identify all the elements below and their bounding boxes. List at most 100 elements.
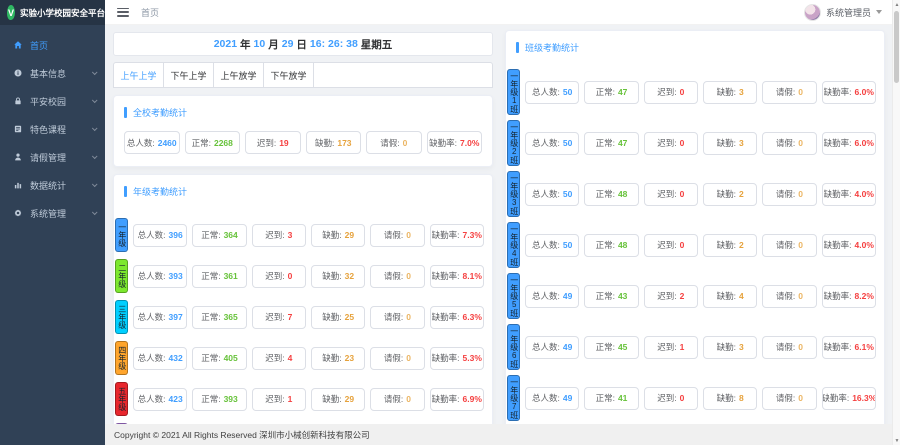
stat-value: 4.0% <box>855 240 874 250</box>
tab-morning-arrival[interactable]: 上午上学 <box>114 63 164 87</box>
stat-label: 正常: <box>201 270 220 282</box>
stat-label: 迟到: <box>657 137 676 149</box>
stat-label: 缺勤: <box>717 341 736 353</box>
stat-value: 6.0% <box>855 87 874 97</box>
grade-row-label: 一年级 <box>115 218 128 252</box>
scroll-up-icon[interactable]: ▲ <box>893 0 900 9</box>
date-year-unit: 年 <box>240 37 251 52</box>
stat-value: 50 <box>563 240 572 250</box>
stat-value: 361 <box>224 271 238 281</box>
stat-value: 0 <box>798 393 803 403</box>
stat-label: 请假: <box>776 188 795 200</box>
date-month: 10 <box>254 38 266 50</box>
tab-afternoon-arrival[interactable]: 下午上学 <box>164 63 214 87</box>
grade-row-label: 三年级 <box>115 300 128 334</box>
class-row-label: 一年级2班 <box>507 120 520 166</box>
stat-label: 请假: <box>776 392 795 404</box>
stat-late: 迟到:1 <box>252 388 306 411</box>
breadcrumb[interactable]: 首页 <box>141 6 159 19</box>
stat-label: 正常: <box>192 137 211 149</box>
stat-rate: 缺勤率:6.0% <box>822 132 876 155</box>
course-book-icon <box>13 124 24 135</box>
sidebar-item-featured-courses[interactable]: 特色课程 <box>0 115 105 143</box>
lock-icon <box>13 96 24 107</box>
grade-row: 二年级总人数:393正常:361迟到:0缺勤:32请假:0缺勤率:8.1% <box>115 259 484 293</box>
sidebar-item-safe-campus[interactable]: 平安校园 <box>0 87 105 115</box>
stat-value: 0 <box>406 312 411 322</box>
stat-value: 1 <box>680 342 685 352</box>
stat-leave: 请假:0 <box>762 234 816 257</box>
main-content: 2021 年 10 月 29 日 16: 26: 38 星期五 上午上学 下午上… <box>105 25 892 445</box>
sidebar-item-home[interactable]: 首页 <box>0 31 105 59</box>
tab-afternoon-dismissal[interactable]: 下午放学 <box>264 63 314 87</box>
stat-label: 请假: <box>384 270 403 282</box>
class-row-label: 一年级5班 <box>507 273 520 319</box>
stat-leave: 请假:0 <box>762 387 816 410</box>
stat-rate: 缺勤率:6.9% <box>430 388 484 411</box>
stat-label: 迟到: <box>265 229 284 241</box>
stat-label: 总人数: <box>138 270 166 282</box>
sidebar-item-label: 首页 <box>30 39 96 52</box>
class-row-label: 一年级7班 <box>507 375 520 421</box>
logo: V 实验小学校园安全平台 <box>0 0 105 25</box>
stat-value: 0 <box>680 393 685 403</box>
attendance-period-tabs: 上午上学 下午上学 上午放学 下午放学 <box>113 62 493 88</box>
stat-value: 0 <box>798 189 803 199</box>
stat-normal: 正常:365 <box>192 306 246 329</box>
stat-value: 6.0% <box>855 138 874 148</box>
stat-label: 缺勤: <box>717 290 736 302</box>
stat-total: 总人数:432 <box>133 347 187 370</box>
stat-label: 总人数: <box>532 290 560 302</box>
scrollbar-thumb[interactable] <box>894 11 899 83</box>
stat-value: 6.3% <box>463 312 482 322</box>
stat-late: 迟到:0 <box>644 132 698 155</box>
date-weekday: 星期五 <box>361 37 393 52</box>
stat-value: 8.1% <box>463 271 482 281</box>
user-dropdown[interactable]: 系统管理员 <box>804 4 882 21</box>
caret-down-icon <box>876 10 882 14</box>
stat-total: 总人数:49 <box>525 387 579 410</box>
date-day: 29 <box>282 38 294 50</box>
title-accent-bar <box>516 42 519 53</box>
sidebar-item-data-statistics[interactable]: 数据统计 <box>0 171 105 199</box>
tab-morning-dismissal[interactable]: 上午放学 <box>214 63 264 87</box>
stat-label: 迟到: <box>265 352 284 364</box>
stat-label: 请假: <box>776 239 795 251</box>
sidebar-item-system-management[interactable]: 系统管理 <box>0 199 105 227</box>
stat-rate: 缺勤率:6.0% <box>822 81 876 104</box>
stat-late: 迟到:3 <box>252 224 306 247</box>
stat-label: 缺勤率: <box>432 311 460 323</box>
stat-label: 迟到: <box>657 341 676 353</box>
chevron-down-icon <box>92 125 98 131</box>
stat-value: 3 <box>739 138 744 148</box>
right-column: 班级考勤统计 一年级1班总人数:50正常:47迟到:0缺勤:3请假:0缺勤率:6… <box>505 25 885 445</box>
sidebar-item-leave-management[interactable]: 请假管理 <box>0 143 105 171</box>
stat-total: 总人数:396 <box>133 224 187 247</box>
stat-value: 393 <box>224 394 238 404</box>
stat-label: 正常: <box>596 341 615 353</box>
sidebar-item-basic-info[interactable]: 基本信息 <box>0 59 105 87</box>
sidebar-item-label: 平安校园 <box>30 95 92 108</box>
stat-late: 迟到:0 <box>644 81 698 104</box>
stat-rate: 缺勤率:8.1% <box>430 265 484 288</box>
stat-value: 32 <box>345 271 354 281</box>
stat-value: 2 <box>739 240 744 250</box>
vertical-scrollbar[interactable]: ▲ ▼ <box>892 0 900 445</box>
stat-value: 4.0% <box>855 189 874 199</box>
stat-leave: 请假:0 <box>366 131 422 154</box>
stat-value: 0 <box>798 342 803 352</box>
stat-label: 总人数: <box>138 229 166 241</box>
class-row: 一年级1班总人数:50正常:47迟到:0缺勤:3请假:0缺勤率:6.0% <box>507 69 876 115</box>
stat-late: 迟到:4 <box>252 347 306 370</box>
stat-leave: 请假:0 <box>762 81 816 104</box>
menu-fold-icon[interactable] <box>117 8 129 17</box>
scroll-down-icon[interactable]: ▼ <box>893 436 900 445</box>
stat-value: 6.1% <box>855 342 874 352</box>
stat-label: 正常: <box>596 188 615 200</box>
stat-value: 0 <box>680 189 685 199</box>
grade-row-label: 五年级 <box>115 382 128 416</box>
stat-label: 缺勤: <box>717 392 736 404</box>
stat-value: 50 <box>563 87 572 97</box>
stat-value: 48 <box>618 189 627 199</box>
stat-total: 总人数:49 <box>525 336 579 359</box>
